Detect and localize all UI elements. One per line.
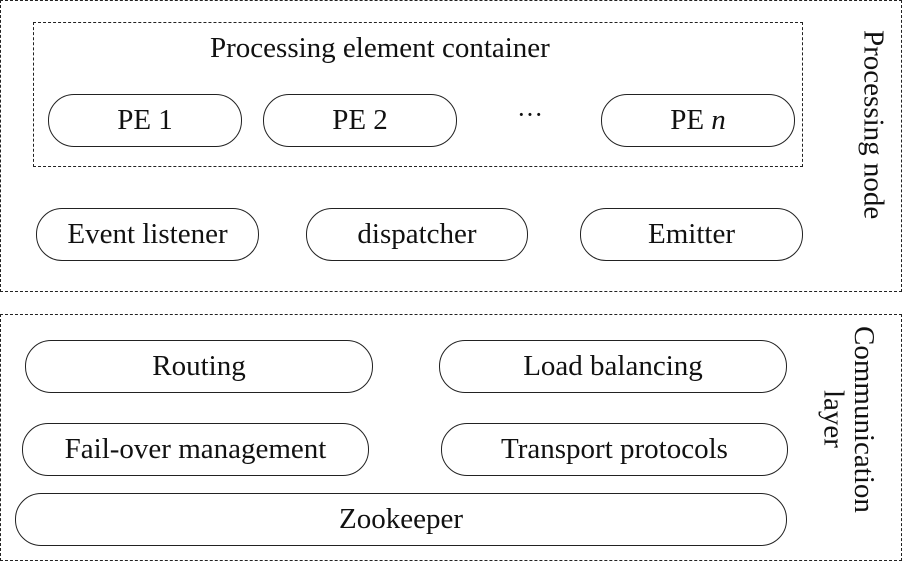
zookeeper: Zookeeper	[15, 493, 787, 546]
pe-ellipsis: ···	[517, 100, 543, 129]
emitter: Emitter	[580, 208, 803, 261]
event-listener: Event listener	[36, 208, 259, 261]
pe-2: PE 2	[263, 94, 457, 147]
routing: Routing	[25, 340, 373, 393]
communication-layer-label: Communication layer	[817, 326, 880, 513]
load-balancing: Load balancing	[439, 340, 787, 393]
dispatcher: dispatcher	[306, 208, 528, 261]
fail-over-management: Fail-over management	[22, 423, 369, 476]
pe-1: PE 1	[48, 94, 242, 147]
pe-n-prefix: PE	[670, 104, 705, 136]
pe-n-var: n	[711, 104, 726, 136]
communication-layer-label-line1: Communication	[847, 326, 880, 513]
pe-container-title: Processing element container	[210, 32, 550, 64]
pe-n: PE n	[601, 94, 795, 147]
transport-protocols: Transport protocols	[441, 423, 788, 476]
communication-layer-label-line2: layer	[817, 390, 850, 449]
processing-node-label: Processing node	[857, 30, 890, 220]
